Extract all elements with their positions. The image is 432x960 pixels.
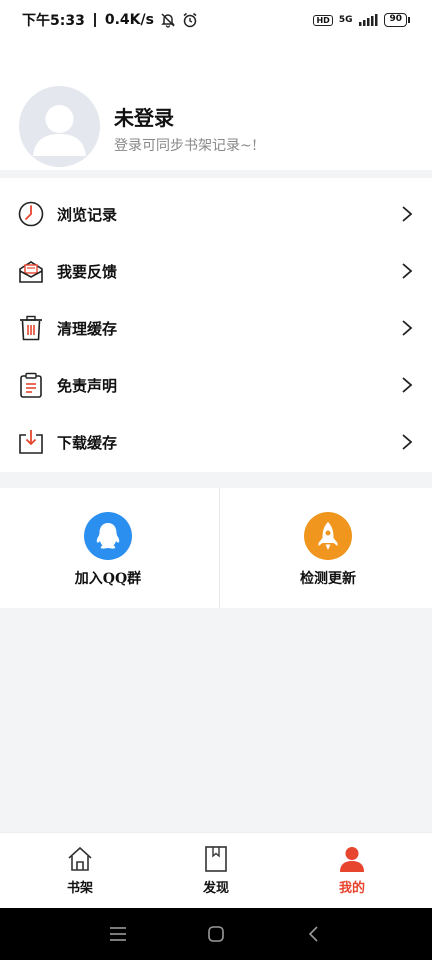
- menu-item-feedback[interactable]: 我要反馈: [0, 242, 432, 300]
- menu-item-disclaimer[interactable]: 免责声明: [0, 356, 432, 414]
- tab-label: 我的: [338, 881, 365, 896]
- default-avatar-icon: [33, 105, 86, 156]
- bottom-tab-bar: 书架 发现 我的: [0, 832, 432, 908]
- clock-icon: [18, 201, 44, 227]
- chevron-right-icon: [402, 206, 413, 222]
- profile-name: 未登录: [114, 106, 174, 130]
- rocket-icon: [318, 522, 338, 550]
- battery-tip: [408, 17, 410, 23]
- profile-card[interactable]: 未登录 登录可同步书架记录~!: [0, 40, 432, 170]
- menu-label: 我要反馈: [57, 262, 118, 281]
- alarm-icon: [183, 12, 197, 28]
- user-icon: [340, 847, 364, 872]
- chevron-right-icon: [402, 320, 413, 336]
- chevron-right-icon: [402, 263, 413, 279]
- menu-label: 免责声明: [57, 376, 118, 395]
- chevron-right-icon: [402, 434, 413, 450]
- menu-label: 浏览记录: [57, 205, 118, 224]
- status-left: 下午5:33 0.4K/s: [22, 10, 198, 30]
- rocket-circle: [304, 512, 352, 560]
- menu-icon[interactable]: [109, 925, 127, 943]
- tab-label: 发现: [202, 881, 229, 896]
- system-navigation-bar: [0, 908, 432, 960]
- status-bar: 下午5:33 0.4K/s HD 5G 90: [0, 0, 432, 40]
- status-separator: [93, 13, 96, 27]
- book-icon: [205, 846, 227, 872]
- action-label: 加入QQ群: [74, 571, 142, 587]
- action-label: 检测更新: [300, 571, 356, 587]
- status-network-speed: 0.4K/s: [104, 12, 154, 28]
- home-button-icon[interactable]: [207, 925, 225, 943]
- menu-item-download-cache[interactable]: 下载缓存: [0, 413, 432, 471]
- network-type: 5G: [338, 15, 353, 25]
- status-right: HD 5G 90: [313, 13, 410, 27]
- status-time: 下午5:33: [22, 13, 85, 29]
- download-icon: [19, 430, 43, 454]
- battery-indicator: 90: [384, 13, 410, 27]
- tab-bookshelf[interactable]: 书架: [8, 833, 152, 909]
- qq-circle: [84, 512, 132, 560]
- trash-icon: [20, 315, 42, 341]
- quick-actions: 加入QQ群 检测更新: [0, 488, 432, 608]
- settings-menu: 浏览记录 我要反馈 清理缓存 免责声明 下载缓存: [0, 178, 432, 472]
- menu-label: 下载缓存: [57, 433, 118, 452]
- battery-level: 90: [384, 13, 407, 27]
- check-update-button[interactable]: 检测更新: [220, 488, 432, 608]
- hd-badge: HD: [313, 14, 333, 26]
- mute-notification-icon: [161, 13, 175, 28]
- signal-icon: [359, 14, 378, 26]
- avatar[interactable]: [19, 86, 100, 167]
- profile-subtitle: 登录可同步书架记录~!: [114, 138, 258, 154]
- tab-discover[interactable]: 发现: [144, 833, 288, 909]
- menu-item-history[interactable]: 浏览记录: [0, 185, 432, 243]
- back-icon[interactable]: [305, 925, 323, 943]
- mail-icon: [19, 261, 43, 283]
- clipboard-icon: [20, 372, 42, 398]
- tab-label: 书架: [66, 881, 93, 896]
- menu-label: 清理缓存: [57, 319, 118, 338]
- home-icon: [68, 846, 92, 871]
- menu-item-clear-cache[interactable]: 清理缓存: [0, 299, 432, 357]
- qq-icon: [96, 523, 120, 549]
- chevron-right-icon: [402, 377, 413, 393]
- tab-mine[interactable]: 我的: [280, 833, 424, 909]
- join-qq-group-button[interactable]: 加入QQ群: [0, 488, 216, 608]
